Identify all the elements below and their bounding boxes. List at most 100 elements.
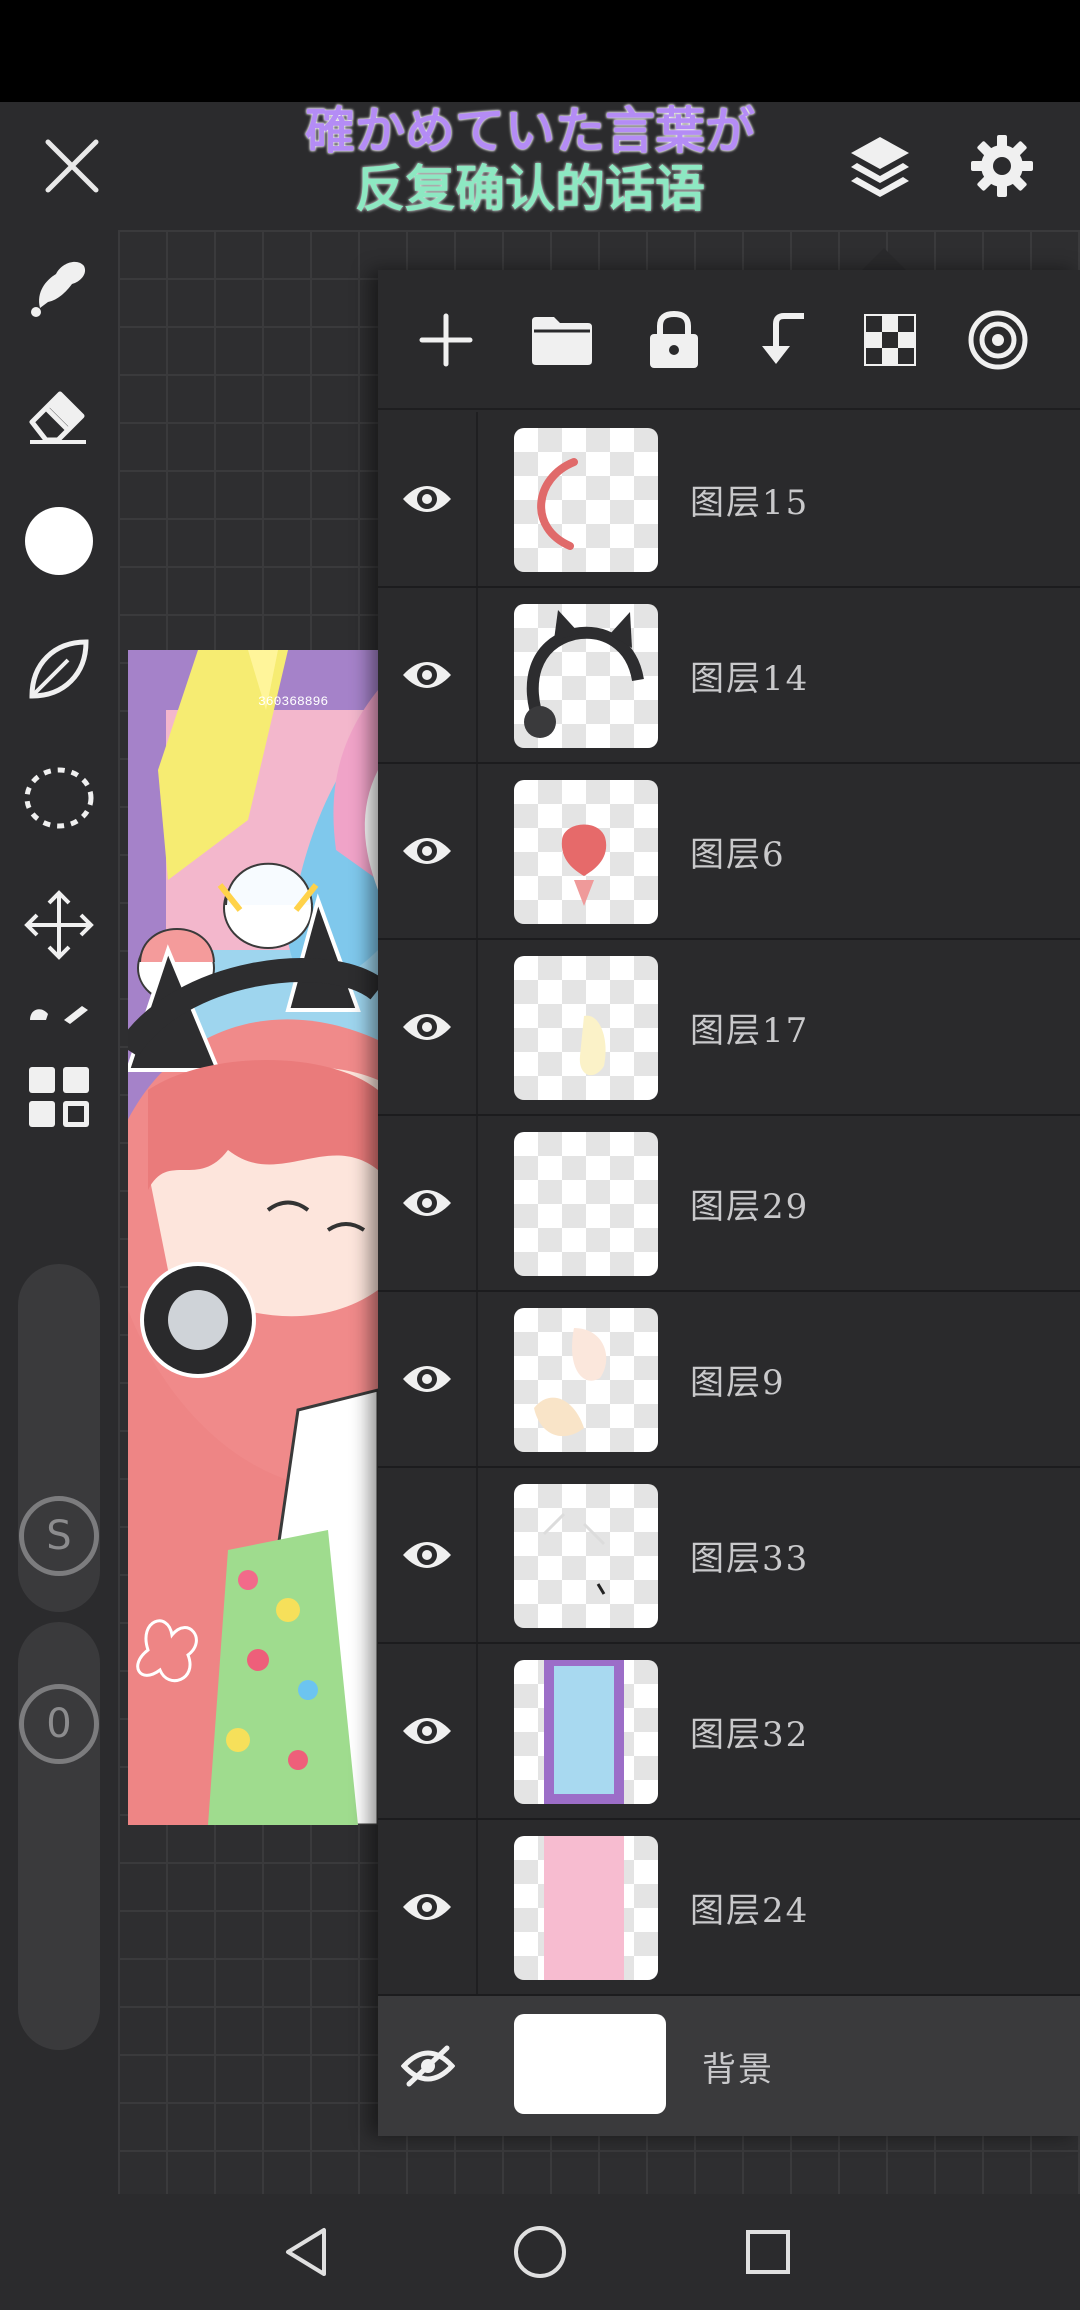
visibility-toggle[interactable] bbox=[378, 764, 478, 938]
target-button[interactable] bbox=[956, 298, 1040, 382]
size-label-icon: S bbox=[19, 1496, 99, 1576]
layer-row[interactable]: 图层29 bbox=[378, 1116, 1080, 1292]
layer-thumbnail bbox=[514, 1308, 658, 1452]
artwork-illustration: 360368896 bbox=[128, 650, 378, 1825]
layers-icon bbox=[851, 137, 909, 197]
home-circle-icon bbox=[514, 2226, 566, 2278]
recents-square-icon bbox=[746, 2230, 790, 2274]
leaf-brush-icon bbox=[29, 639, 89, 699]
gear-icon bbox=[971, 135, 1033, 197]
menu-tool[interactable] bbox=[14, 1052, 104, 1142]
lasso-tool[interactable] bbox=[14, 752, 104, 842]
top-bar: 確かめていた言葉が 反复确认的话语 bbox=[0, 102, 1080, 230]
layer-row[interactable]: 图层33 bbox=[378, 1468, 1080, 1644]
layer-thumbnail bbox=[514, 604, 658, 748]
eye-icon bbox=[403, 838, 451, 864]
back-button[interactable] bbox=[268, 2212, 348, 2292]
painting-app: 確かめていた言葉が 反复确认的话语 S 0 360368896 图层15 图层1… bbox=[0, 102, 1080, 2194]
visibility-toggle[interactable] bbox=[378, 1468, 478, 1642]
layer-thumbnail bbox=[514, 780, 658, 924]
left-toolbar: S 0 bbox=[0, 230, 118, 2194]
status-bar bbox=[0, 0, 1080, 102]
layer-row[interactable]: 图层32 bbox=[378, 1644, 1080, 1820]
layer-thumbnail bbox=[514, 2014, 666, 2114]
grid-menu-icon bbox=[29, 1067, 89, 1127]
eye-icon bbox=[403, 662, 451, 688]
opacity-label-icon: 0 bbox=[19, 1684, 99, 1764]
visibility-toggle[interactable] bbox=[378, 1292, 478, 1466]
eye-icon bbox=[403, 1190, 451, 1216]
layer-row[interactable]: 图层17 bbox=[378, 940, 1080, 1116]
transform-tool[interactable] bbox=[14, 880, 104, 970]
recents-button[interactable] bbox=[728, 2212, 808, 2292]
artwork-canvas[interactable]: 360368896 bbox=[128, 650, 378, 1825]
lasso-select-icon bbox=[24, 767, 94, 829]
settings-button[interactable] bbox=[962, 126, 1042, 206]
visibility-toggle[interactable] bbox=[378, 940, 478, 1114]
layer-name: 图层14 bbox=[690, 658, 810, 699]
layer-row[interactable]: 图层14 bbox=[378, 588, 1080, 764]
visibility-toggle[interactable] bbox=[378, 1820, 478, 1994]
add-folder-button[interactable] bbox=[520, 298, 604, 382]
visibility-toggle[interactable] bbox=[378, 1996, 478, 2136]
eye-icon bbox=[403, 1014, 451, 1040]
smudge-icon bbox=[31, 261, 86, 317]
layers-panel-toolbar bbox=[378, 270, 1080, 410]
brush-tool[interactable] bbox=[14, 624, 104, 714]
smudge-tool[interactable] bbox=[14, 240, 104, 330]
layer-row-background[interactable]: 背景 bbox=[378, 1996, 1080, 2136]
layer-row[interactable]: 图层15 bbox=[378, 412, 1080, 588]
layers-panel: 图层15 图层14 图层6 图层17 图层29 图层9 图层33 图层32 图层… bbox=[378, 270, 1080, 2136]
add-layer-button[interactable] bbox=[404, 298, 488, 382]
layer-name: 图层6 bbox=[690, 834, 786, 875]
add-layer-icon bbox=[419, 313, 473, 367]
home-button[interactable] bbox=[500, 2212, 580, 2292]
lock-icon bbox=[650, 310, 698, 368]
layer-name: 背景 bbox=[702, 2049, 774, 2090]
eye-icon bbox=[403, 1718, 451, 1744]
color-picker-tool[interactable] bbox=[14, 496, 104, 586]
layer-row[interactable]: 图层24 bbox=[378, 1820, 1080, 1996]
visibility-toggle[interactable] bbox=[378, 1116, 478, 1290]
video-caption: 確かめていた言葉が 反复确认的话语 bbox=[250, 102, 810, 230]
close-icon bbox=[45, 139, 99, 193]
layer-row[interactable]: 图层6 bbox=[378, 764, 1080, 940]
fill-tool[interactable] bbox=[14, 990, 104, 1030]
close-button[interactable] bbox=[32, 126, 112, 206]
transparency-checker-icon bbox=[864, 314, 916, 366]
layer-name: 图层17 bbox=[690, 1010, 810, 1051]
folder-icon bbox=[532, 317, 592, 365]
layer-thumbnail bbox=[514, 956, 658, 1100]
layers-button[interactable] bbox=[840, 126, 920, 206]
fill-icon bbox=[30, 1006, 88, 1024]
eye-icon bbox=[403, 1366, 451, 1392]
merge-down-button[interactable] bbox=[740, 298, 824, 382]
brush-color-icon bbox=[25, 507, 93, 575]
transparency-button[interactable] bbox=[848, 298, 932, 382]
eraser-tool[interactable] bbox=[14, 368, 104, 458]
layer-row[interactable]: 图层9 bbox=[378, 1292, 1080, 1468]
target-icon bbox=[968, 310, 1028, 370]
visibility-toggle[interactable] bbox=[378, 412, 478, 586]
visibility-toggle[interactable] bbox=[378, 1644, 478, 1818]
visibility-toggle[interactable] bbox=[378, 588, 478, 762]
layer-thumbnail bbox=[514, 1660, 658, 1804]
back-triangle-icon bbox=[286, 2228, 326, 2276]
layer-thumbnail bbox=[514, 1132, 658, 1276]
eye-hidden-icon bbox=[401, 2045, 455, 2087]
layer-name: 图层15 bbox=[690, 482, 810, 523]
lock-layer-button[interactable] bbox=[632, 298, 716, 382]
eye-icon bbox=[403, 1542, 451, 1568]
eye-icon bbox=[403, 1894, 451, 1920]
eye-icon bbox=[403, 486, 451, 512]
eraser-icon bbox=[29, 391, 86, 444]
layer-name: 图层33 bbox=[690, 1538, 810, 1579]
layer-name: 图层9 bbox=[690, 1362, 786, 1403]
panel-pointer bbox=[862, 248, 906, 270]
system-nav-bar bbox=[0, 2194, 1080, 2310]
merge-down-icon bbox=[762, 313, 804, 364]
layer-name: 图层32 bbox=[690, 1714, 810, 1755]
layer-thumbnail bbox=[514, 1836, 658, 1980]
layer-name: 图层29 bbox=[690, 1186, 810, 1227]
move-transform-icon bbox=[24, 890, 94, 960]
